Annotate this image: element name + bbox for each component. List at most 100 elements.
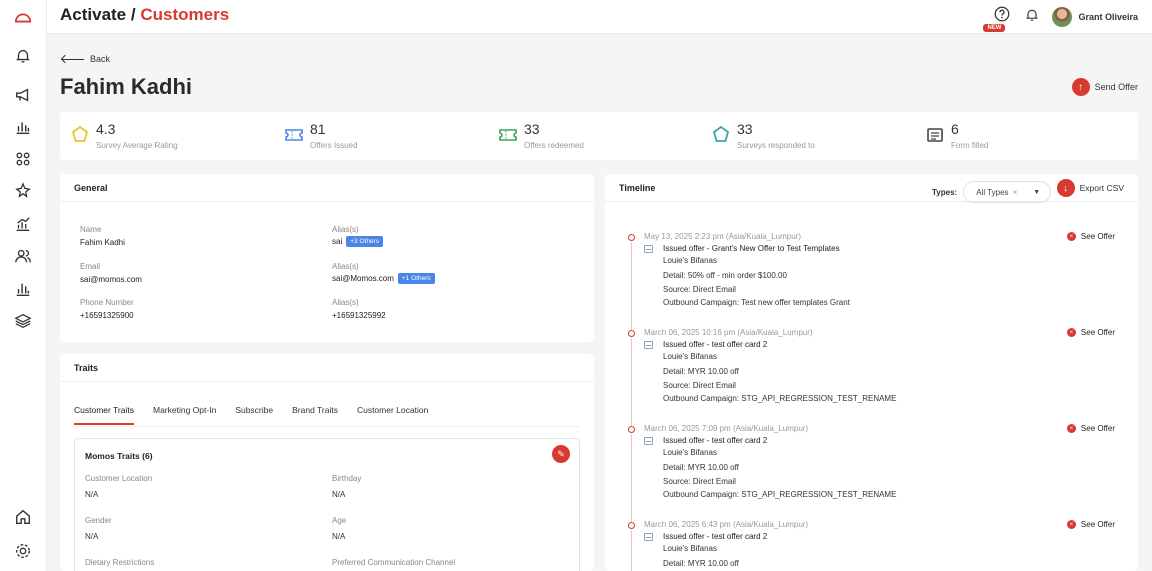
settings-icon[interactable] <box>12 540 34 562</box>
see-offer-button[interactable]: × See Offer <box>1066 328 1115 337</box>
close-circle-icon: × <box>1066 328 1076 337</box>
arrow-down-icon: ↓ <box>1056 179 1075 197</box>
timeline-title-row: Issued offer - test offer card 2 <box>644 340 1124 349</box>
stat-value: 33 <box>524 121 540 137</box>
detail-line: Detail: 50% off - min order $100.00 <box>663 271 787 280</box>
field-label: Alias(s) <box>332 225 359 234</box>
alias-name-row: sai +3 Others <box>332 236 383 247</box>
trait-value: N/A <box>332 490 346 499</box>
traits-tabs: Customer Traits Marketing Opt-In Subscri… <box>74 405 447 425</box>
others-pill[interactable]: +3 Others <box>346 236 383 247</box>
document-icon <box>644 532 653 541</box>
timeline-details: Detail: MYR 10.00 off <box>663 557 1124 571</box>
users-icon[interactable] <box>12 245 34 267</box>
tab-customer-location[interactable]: Customer Location <box>357 405 428 425</box>
user-name[interactable]: Grant Oliveira <box>1078 12 1138 22</box>
send-offer-label: Send Offer <box>1094 82 1138 92</box>
see-offer-button[interactable]: × See Offer <box>1066 424 1115 433</box>
top-bar: Activate / Customers NEW Grant Oliveira <box>47 0 1152 34</box>
stat-label: Surveys responded to <box>737 141 815 150</box>
trait-label: Dietary Restrictions <box>85 558 155 567</box>
export-csv-label: Export CSV <box>1079 183 1124 193</box>
see-offer-button[interactable]: × See Offer <box>1066 232 1115 241</box>
tab-brand-traits[interactable]: Brand Traits <box>292 405 338 425</box>
breadcrumb-separator: / <box>130 5 136 24</box>
stat-label: Survey Average Rating <box>96 141 178 150</box>
breadcrumb-section[interactable]: Activate <box>60 5 126 24</box>
bar-chart-icon[interactable] <box>12 116 34 138</box>
momos-traits-group: Momos Traits (6) ✎ Customer Location N/A… <box>74 438 580 571</box>
alias-email-row: sai@Momos.com +1 Others <box>332 273 435 284</box>
timeline-details: Detail: 50% off - min order $100.00 Sour… <box>663 269 1124 310</box>
help-button[interactable]: NEW <box>983 5 1014 32</box>
types-select[interactable]: All Types × ▼ <box>963 181 1052 203</box>
see-offer-label: See Offer <box>1080 232 1115 241</box>
types-filter: Types: All Types × ▼ <box>932 181 1052 203</box>
form-icon <box>927 128 943 142</box>
edit-pencil-icon[interactable]: ✎ <box>552 445 570 463</box>
timeline-title-row: Issued offer - test offer card 2 <box>644 532 1124 541</box>
stat-value: 81 <box>310 121 326 137</box>
pentagon-icon <box>712 125 730 142</box>
logo-icon[interactable] <box>12 7 34 29</box>
timeline-dot <box>628 426 635 433</box>
back-arrow-icon <box>62 58 84 60</box>
general-card-title: General <box>60 174 594 202</box>
timeline-title-row: Issued offer - test offer card 2 <box>644 436 1124 445</box>
stat-label: Offers redeemed <box>524 141 584 150</box>
detail-line: Outbound Campaign: STG_API_REGRESSION_TE… <box>663 394 897 403</box>
left-nav <box>0 0 47 571</box>
timeline-store: Louie's Bifanas <box>663 256 718 265</box>
see-offer-label: See Offer <box>1080 328 1115 337</box>
field-label: Phone Number <box>80 298 134 307</box>
general-card: General Name Fahim Kadhi Alias(s) sai +3… <box>60 174 594 342</box>
app-root: Activate / Customers NEW Grant Oliveira … <box>0 0 1152 571</box>
megaphone-icon[interactable] <box>12 84 34 106</box>
timeline-store: Louie's Bifanas <box>663 544 718 553</box>
field-value: Fahim Kadhi <box>80 238 125 247</box>
timeline-store: Louie's Bifanas <box>663 448 718 457</box>
field-value: +16591325992 <box>332 311 386 320</box>
see-offer-button[interactable]: × See Offer <box>1066 520 1115 529</box>
stats-icon[interactable] <box>12 278 34 300</box>
others-pill[interactable]: +1 Others <box>397 273 435 284</box>
back-link[interactable]: Back <box>62 54 110 64</box>
timeline-title: Issued offer - Grant's New Offer to Test… <box>663 244 840 253</box>
detail-line: Detail: MYR 10.00 off <box>663 559 739 568</box>
detail-line: Outbound Campaign: STG_API_REGRESSION_TE… <box>663 490 897 499</box>
layers-icon[interactable] <box>12 310 34 332</box>
notification-bell-icon[interactable] <box>1022 7 1042 27</box>
send-offer-button[interactable]: ↑ Send Offer <box>1071 78 1138 96</box>
arrow-up-icon: ↑ <box>1071 78 1090 96</box>
timeline-dot <box>628 234 635 241</box>
bell-icon[interactable] <box>12 45 34 67</box>
stat-value: 6 <box>951 121 959 137</box>
detail-line: Source: Direct Email <box>663 476 736 486</box>
traits-card: Traits Customer Traits Marketing Opt-In … <box>60 354 594 571</box>
tab-customer-traits[interactable]: Customer Traits <box>74 405 134 425</box>
ticket-icon <box>285 129 303 141</box>
grid-icon[interactable] <box>12 148 34 170</box>
timeline-card: Timeline Types: All Types × ▼ ↓ Export C… <box>605 174 1138 571</box>
timeline-entry: May 13, 2025 2:23 pm (Asia/Kuala_Lumpur)… <box>644 232 1124 310</box>
detail-line: Source: Direct Email <box>663 380 736 390</box>
tab-marketing-opt-in[interactable]: Marketing Opt-In <box>153 405 216 425</box>
detail-line: Detail: MYR 10.00 off <box>663 367 739 376</box>
breadcrumb-current: Customers <box>140 5 230 24</box>
types-clear-icon[interactable]: × <box>1013 188 1018 197</box>
star-icon <box>71 125 89 142</box>
field-label: Alias(s) <box>332 298 359 307</box>
trait-label: Preferred Communication Channel <box>332 558 456 567</box>
sparkle-icon[interactable] <box>12 180 34 202</box>
trait-label: Customer Location <box>85 474 153 483</box>
tab-subscribe[interactable]: Subscribe <box>235 405 273 425</box>
chevron-down-icon: ▼ <box>1033 188 1041 196</box>
home-icon[interactable] <box>12 506 34 528</box>
analytics-icon[interactable] <box>12 213 34 235</box>
avatar[interactable] <box>1052 7 1073 27</box>
timeline-connector <box>631 242 632 332</box>
export-csv-button[interactable]: ↓ Export CSV <box>1056 179 1124 197</box>
momos-traits-title: Momos Traits (6) <box>85 451 153 461</box>
stat-label: Form filled <box>951 141 989 150</box>
stat-label: Offers Issued <box>310 141 358 150</box>
